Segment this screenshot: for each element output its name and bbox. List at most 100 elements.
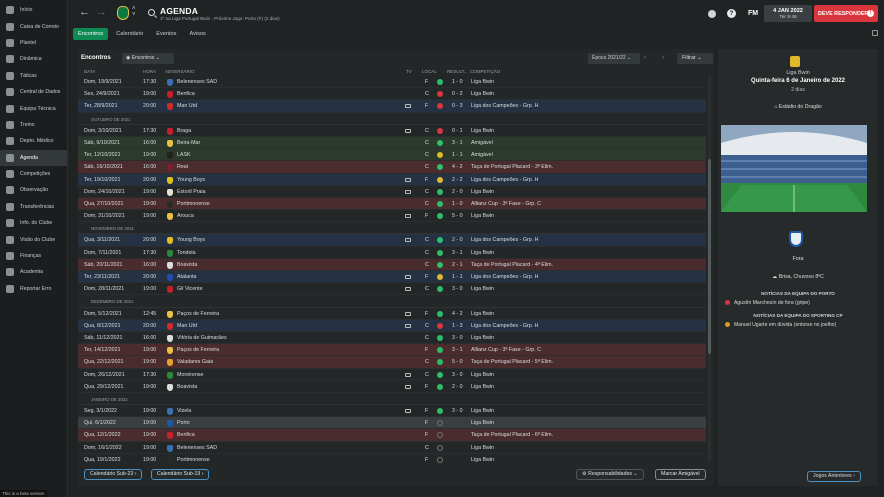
own-news-item[interactable]: Manuel Ugarte em dúvida (entorse no joel… (725, 322, 836, 328)
fixture-opponent[interactable]: Moreirense (177, 372, 204, 378)
table-row[interactable]: Sáb, 11/12/2021 16:00 Vitória de Guimarães… (78, 332, 706, 345)
sidebar-item[interactable]: Visão do Clube (0, 231, 67, 247)
fixture-result[interactable]: 3 - 1 (452, 250, 463, 256)
table-row[interactable]: Qua, 3/11/2021 20:00 Young Boys C 2 - 0 Liga … (78, 234, 706, 247)
fixture-opponent[interactable]: Benfica (177, 91, 195, 97)
fixture-opponent[interactable]: Paços de Ferreira (177, 311, 219, 317)
sidebar-item[interactable]: Equipa Técnica (0, 100, 67, 116)
fixture-competition[interactable]: Amigável (471, 152, 493, 158)
notifications-icon[interactable] (708, 10, 716, 18)
column-header[interactable]: DATA (84, 69, 95, 74)
sidebar-item[interactable]: Caixa de Correio (0, 18, 67, 34)
fixture-opponent[interactable]: Man Utd (177, 323, 197, 329)
fixture-competition[interactable]: Liga Bwin (471, 213, 494, 219)
table-row[interactable]: Sex, 24/9/2021 19:00 Benfica C 0 - 2 Liga Bwi… (78, 88, 706, 101)
fixture-opponent[interactable]: Real (177, 164, 188, 170)
table-row[interactable]: Dom, 7/11/2021 17:30 Tondela C 3 - 1 Liga Bwi… (78, 247, 706, 259)
fixture-opponent[interactable]: Beira-Mar (177, 140, 200, 146)
fixture-result[interactable]: 3 - 1 (452, 347, 463, 353)
fixture-competition[interactable]: Liga Bwin (471, 457, 494, 463)
fixture-competition[interactable]: Taça de Portugal Placard - 4ª Elim. (471, 262, 553, 268)
fixture-opponent[interactable]: Benfica (177, 432, 195, 438)
table-row[interactable]: Dom, 16/1/2022 19:00 Belenenses SAD C Liga B… (78, 442, 706, 454)
table-row[interactable]: Dom, 26/12/2021 17:30 Moreirense C 3 - 0 Liga… (78, 369, 706, 381)
tab[interactable]: Eventos (151, 28, 181, 40)
fixture-result[interactable]: 1 - 1 (452, 274, 463, 280)
fixture-opponent[interactable]: Young Boys (177, 177, 205, 183)
fixture-competition[interactable]: Allianz Cup - 3ª Fase - Grp. C (471, 201, 541, 207)
filter-button[interactable]: Filtrar ⌄ (677, 53, 713, 64)
column-header[interactable]: LOCAL (422, 69, 437, 74)
fixture-result[interactable]: 0 - 2 (452, 91, 463, 97)
fixture-competition[interactable]: Taça de Portugal Placard - 5ª Elim. (471, 359, 553, 365)
tab[interactable]: Encontros (73, 28, 109, 40)
fixture-result[interactable]: 3 - 0 (452, 372, 463, 378)
fixture-competition[interactable]: Taça de Portugal Placard - 3ª Elim. (471, 164, 553, 170)
fixture-opponent[interactable]: Belenenses SAD (177, 79, 217, 85)
responsibilities-button[interactable]: ⚙ Responsabilidades ⌄ (576, 469, 644, 480)
fixture-result[interactable]: 2 - 0 (452, 237, 463, 243)
fixture-competition[interactable]: Liga Bwin (471, 286, 494, 292)
fixture-opponent[interactable]: Tondela (177, 250, 196, 256)
prev-season-arrow-icon[interactable]: ‹ (644, 55, 646, 61)
column-header[interactable]: ADVERSÁRIO (165, 69, 195, 74)
u23-calendar-button[interactable]: Calendário Sub-23 › (84, 469, 143, 480)
column-header[interactable]: COMPETIÇÃO (470, 69, 500, 74)
fixture-opponent[interactable]: Belenenses SAD (177, 445, 217, 451)
table-row[interactable]: Ter, 28/9/2021 20:00 Man Utd F 0 - 3 Liga dos… (78, 100, 706, 113)
table-row[interactable]: Dom, 28/11/2021 19:00 Gil Vicente C 3 - 0 Lig… (78, 283, 706, 296)
fixture-opponent[interactable]: Vizela (177, 408, 191, 414)
season-select[interactable]: Época 2021/22 ⌄ (588, 53, 640, 64)
fixture-result[interactable]: 1 - 3 (452, 323, 463, 329)
fixture-opponent[interactable]: Estoril Praia (177, 189, 206, 195)
date-box[interactable]: 4 JAN 2022 Ter 9:45 (764, 5, 812, 22)
fixture-competition[interactable]: Liga dos Campeões - Grp. H (471, 177, 538, 183)
arrange-friendly-button[interactable]: Marcar Amigável (655, 469, 706, 480)
table-row[interactable]: Sáb, 9/10/2021 16:00 Beira-Mar C 3 - 1 Amigáv… (78, 136, 706, 150)
fixture-result[interactable]: 4 - 2 (452, 311, 463, 317)
fixture-competition[interactable]: Taça de Portugal Placard - 6ª Elim. (471, 432, 553, 438)
fixture-competition[interactable]: Liga Bwin (471, 372, 494, 378)
next-season-arrow-icon[interactable]: › (662, 55, 664, 61)
fixture-competition[interactable]: Liga Bwin (471, 91, 494, 97)
sidebar-item[interactable]: Finanças (0, 248, 67, 264)
sidebar-item[interactable]: Dinâmica (0, 51, 67, 67)
club-switch-icon[interactable]: ˄ ˅ (132, 6, 136, 18)
fixture-result[interactable]: 1 - 0 (452, 79, 463, 85)
sidebar-item[interactable]: Reportar Erro (0, 281, 67, 297)
help-icon[interactable]: ? (727, 9, 736, 18)
fixture-competition[interactable]: Liga Bwin (471, 335, 494, 341)
table-row[interactable]: Ter, 19/10/2021 20:00 Young Boys F 2 - 2 Liga… (78, 173, 706, 186)
sidebar-item[interactable]: Treino (0, 117, 67, 133)
back-arrow-icon[interactable]: ← (79, 7, 90, 18)
opponent-news-item[interactable]: Agustín Marchesín de fora (gripe) (725, 300, 810, 306)
fixture-result[interactable]: 3 - 0 (452, 408, 463, 414)
fixture-competition[interactable]: Liga Bwin (471, 79, 494, 85)
view-select[interactable]: ◉ Encontros ⌄ (122, 53, 174, 64)
fixture-opponent[interactable]: Valadares Gaia (177, 359, 213, 365)
fixture-result[interactable]: 3 - 0 (452, 335, 463, 341)
fixture-opponent[interactable]: Young Boys (177, 237, 205, 243)
fixture-result[interactable]: 1 - 0 (452, 201, 463, 207)
fixture-result[interactable]: 1 - 1 (452, 152, 463, 158)
fixture-result[interactable]: 2 - 0 (452, 189, 463, 195)
table-row[interactable]: Qua, 19/1/2022 19:00 Portimonense F Liga Bwi… (78, 454, 706, 464)
fixture-opponent[interactable]: Arouca (177, 213, 194, 219)
fixture-opponent[interactable]: Porto (177, 420, 190, 426)
tab[interactable]: Calendário (111, 28, 148, 40)
fixture-competition[interactable]: Liga Bwin (471, 384, 494, 390)
fixture-opponent[interactable]: Paços de Ferreira (177, 347, 219, 353)
fixture-opponent[interactable]: Atalanta (177, 274, 196, 280)
expand-icon[interactable] (872, 30, 878, 36)
sidebar-item[interactable]: Transferências (0, 199, 67, 215)
fixture-competition[interactable]: Liga Bwin (471, 445, 494, 451)
table-row[interactable]: Qua, 12/1/2022 19:00 Benfica F Taça de Portu… (78, 429, 706, 442)
fixture-opponent[interactable]: Vitória de Guimarães (177, 335, 227, 341)
fixture-opponent[interactable]: Portimonense (177, 201, 210, 207)
forward-arrow-icon[interactable]: → (96, 7, 107, 18)
fixture-result[interactable]: 2 - 0 (452, 384, 463, 390)
fixture-competition[interactable]: Allianz Cup - 3ª Fase - Grp. C (471, 347, 541, 353)
fixture-competition[interactable]: Liga Bwin (471, 250, 494, 256)
sidebar-item[interactable]: Central de Dados (0, 84, 67, 100)
search-icon[interactable] (148, 9, 155, 16)
